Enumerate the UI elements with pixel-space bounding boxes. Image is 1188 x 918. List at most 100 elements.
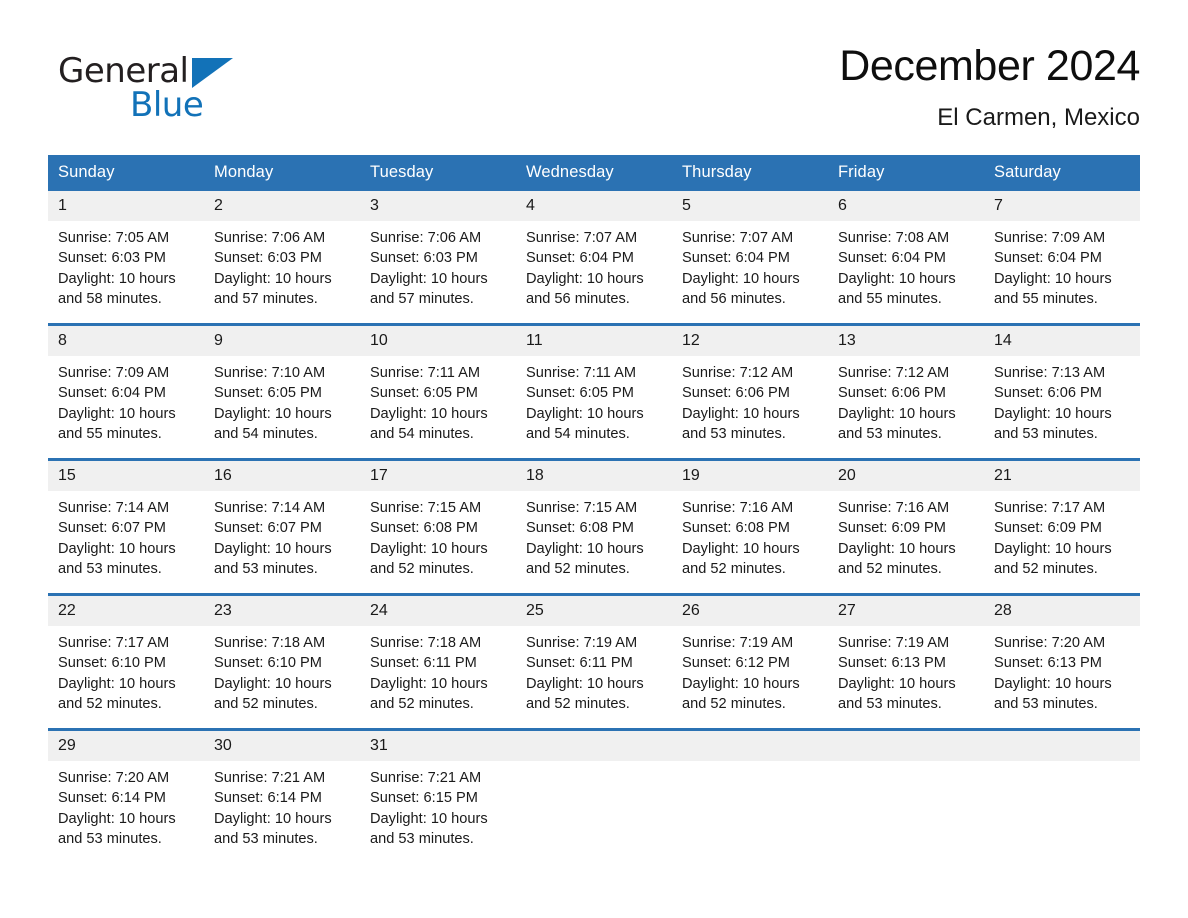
day-number: 11	[516, 326, 672, 356]
day-cell[interactable]: 30 Sunrise: 7:21 AM Sunset: 6:14 PM Dayli…	[204, 728, 360, 863]
day-number: 30	[204, 731, 360, 761]
day-cell-empty	[516, 728, 672, 863]
day-number: 23	[204, 596, 360, 626]
day-cell[interactable]: 10 Sunrise: 7:11 AM Sunset: 6:05 PM Dayli…	[360, 323, 516, 460]
day-number: 27	[828, 596, 984, 626]
day-number: 25	[516, 596, 672, 626]
day-number: 17	[360, 461, 516, 491]
day-number: 13	[828, 326, 984, 356]
day-cell[interactable]: 13 Sunrise: 7:12 AM Sunset: 6:06 PM Dayli…	[828, 323, 984, 460]
day-number: 12	[672, 326, 828, 356]
day-number: 4	[516, 191, 672, 221]
day-cell[interactable]: 14 Sunrise: 7:13 AM Sunset: 6:06 PM Dayli…	[984, 323, 1140, 460]
page-header: General Blue December 2024 El Carmen, Me…	[48, 0, 1140, 131]
day-details: Sunrise: 7:15 AM Sunset: 6:08 PM Dayligh…	[526, 500, 644, 577]
day-cell[interactable]: 24 Sunrise: 7:18 AM Sunset: 6:11 PM Dayli…	[360, 593, 516, 730]
day-details: Sunrise: 7:20 AM Sunset: 6:13 PM Dayligh…	[994, 635, 1112, 712]
day-number: 8	[48, 326, 204, 356]
day-cell[interactable]: 9 Sunrise: 7:10 AM Sunset: 6:05 PM Daylig…	[204, 323, 360, 460]
day-number: 28	[984, 596, 1140, 626]
day-details: Sunrise: 7:05 AM Sunset: 6:03 PM Dayligh…	[58, 230, 176, 307]
location-subtitle: El Carmen, Mexico	[937, 104, 1140, 132]
day-cell[interactable]: 15 Sunrise: 7:14 AM Sunset: 6:07 PM Dayli…	[48, 458, 204, 595]
calendar-table: Sunday Monday Tuesday Wednesday Thursday…	[48, 155, 1140, 863]
logo-triangle-icon	[192, 58, 233, 88]
day-number: 7	[984, 191, 1140, 221]
day-number: 2	[204, 191, 360, 221]
day-cell[interactable]: 4 Sunrise: 7:07 AM Sunset: 6:04 PM Daylig…	[516, 191, 672, 325]
day-details: Sunrise: 7:20 AM Sunset: 6:14 PM Dayligh…	[58, 770, 176, 847]
calendar-body: 1 Sunrise: 7:05 AM Sunset: 6:03 PM Daylig…	[48, 191, 1140, 863]
day-cell[interactable]: 7 Sunrise: 7:09 AM Sunset: 6:04 PM Daylig…	[984, 191, 1140, 325]
day-cell[interactable]: 5 Sunrise: 7:07 AM Sunset: 6:04 PM Daylig…	[672, 191, 828, 325]
weekday-header-friday: Friday	[828, 155, 984, 191]
day-details: Sunrise: 7:09 AM Sunset: 6:04 PM Dayligh…	[994, 230, 1112, 307]
day-details: Sunrise: 7:17 AM Sunset: 6:10 PM Dayligh…	[58, 635, 176, 712]
day-cell[interactable]: 19 Sunrise: 7:16 AM Sunset: 6:08 PM Dayli…	[672, 458, 828, 595]
day-details: Sunrise: 7:18 AM Sunset: 6:11 PM Dayligh…	[370, 635, 488, 712]
day-details: Sunrise: 7:18 AM Sunset: 6:10 PM Dayligh…	[214, 635, 332, 712]
day-details: Sunrise: 7:21 AM Sunset: 6:14 PM Dayligh…	[214, 770, 332, 847]
day-details: Sunrise: 7:21 AM Sunset: 6:15 PM Dayligh…	[370, 770, 488, 847]
day-cell[interactable]: 20 Sunrise: 7:16 AM Sunset: 6:09 PM Dayli…	[828, 458, 984, 595]
day-cell[interactable]: 2 Sunrise: 7:06 AM Sunset: 6:03 PM Daylig…	[204, 191, 360, 325]
day-cell-empty	[828, 728, 984, 863]
day-cell[interactable]: 29 Sunrise: 7:20 AM Sunset: 6:14 PM Dayli…	[48, 728, 204, 863]
day-cell[interactable]: 22 Sunrise: 7:17 AM Sunset: 6:10 PM Dayli…	[48, 593, 204, 730]
day-cell[interactable]: 31 Sunrise: 7:21 AM Sunset: 6:15 PM Dayli…	[360, 728, 516, 863]
day-cell[interactable]: 18 Sunrise: 7:15 AM Sunset: 6:08 PM Dayli…	[516, 458, 672, 595]
day-number: 18	[516, 461, 672, 491]
day-number: 5	[672, 191, 828, 221]
day-cell[interactable]: 21 Sunrise: 7:17 AM Sunset: 6:09 PM Dayli…	[984, 458, 1140, 595]
day-number	[672, 731, 828, 761]
calendar-week-row: 22 Sunrise: 7:17 AM Sunset: 6:10 PM Dayli…	[48, 593, 1140, 730]
weekday-header-row: Sunday Monday Tuesday Wednesday Thursday…	[48, 155, 1140, 191]
day-details	[984, 761, 1140, 768]
day-number: 15	[48, 461, 204, 491]
day-cell[interactable]: 23 Sunrise: 7:18 AM Sunset: 6:10 PM Dayli…	[204, 593, 360, 730]
day-details: Sunrise: 7:15 AM Sunset: 6:08 PM Dayligh…	[370, 500, 488, 577]
day-number: 1	[48, 191, 204, 221]
calendar-week-row: 29 Sunrise: 7:20 AM Sunset: 6:14 PM Dayli…	[48, 728, 1140, 863]
weekday-header-monday: Monday	[204, 155, 360, 191]
day-cell[interactable]: 17 Sunrise: 7:15 AM Sunset: 6:08 PM Dayli…	[360, 458, 516, 595]
weekday-header-wednesday: Wednesday	[516, 155, 672, 191]
day-details: Sunrise: 7:06 AM Sunset: 6:03 PM Dayligh…	[214, 230, 332, 307]
day-number: 16	[204, 461, 360, 491]
day-details: Sunrise: 7:14 AM Sunset: 6:07 PM Dayligh…	[214, 500, 332, 577]
day-cell-empty	[984, 728, 1140, 863]
day-details: Sunrise: 7:09 AM Sunset: 6:04 PM Dayligh…	[58, 365, 176, 442]
day-number: 21	[984, 461, 1140, 491]
day-number	[828, 731, 984, 761]
day-cell[interactable]: 8 Sunrise: 7:09 AM Sunset: 6:04 PM Daylig…	[48, 323, 204, 460]
day-cell[interactable]: 6 Sunrise: 7:08 AM Sunset: 6:04 PM Daylig…	[828, 191, 984, 325]
day-cell[interactable]: 27 Sunrise: 7:19 AM Sunset: 6:13 PM Dayli…	[828, 593, 984, 730]
day-cell[interactable]: 28 Sunrise: 7:20 AM Sunset: 6:13 PM Dayli…	[984, 593, 1140, 730]
day-details: Sunrise: 7:07 AM Sunset: 6:04 PM Dayligh…	[682, 230, 800, 307]
day-number: 26	[672, 596, 828, 626]
day-number: 22	[48, 596, 204, 626]
day-number: 24	[360, 596, 516, 626]
day-details	[516, 761, 672, 768]
day-cell[interactable]: 11 Sunrise: 7:11 AM Sunset: 6:05 PM Dayli…	[516, 323, 672, 460]
day-number: 20	[828, 461, 984, 491]
weekday-header-thursday: Thursday	[672, 155, 828, 191]
day-details: Sunrise: 7:16 AM Sunset: 6:09 PM Dayligh…	[838, 500, 956, 577]
weekday-header-saturday: Saturday	[984, 155, 1140, 191]
day-cell[interactable]: 16 Sunrise: 7:14 AM Sunset: 6:07 PM Dayli…	[204, 458, 360, 595]
calendar-week-row: 8 Sunrise: 7:09 AM Sunset: 6:04 PM Daylig…	[48, 323, 1140, 460]
day-number: 3	[360, 191, 516, 221]
day-number: 19	[672, 461, 828, 491]
day-cell-empty	[672, 728, 828, 863]
day-details: Sunrise: 7:17 AM Sunset: 6:09 PM Dayligh…	[994, 500, 1112, 577]
day-details: Sunrise: 7:07 AM Sunset: 6:04 PM Dayligh…	[526, 230, 644, 307]
day-cell[interactable]: 25 Sunrise: 7:19 AM Sunset: 6:11 PM Dayli…	[516, 593, 672, 730]
day-details: Sunrise: 7:12 AM Sunset: 6:06 PM Dayligh…	[682, 365, 800, 442]
day-cell[interactable]: 3 Sunrise: 7:06 AM Sunset: 6:03 PM Daylig…	[360, 191, 516, 325]
day-cell[interactable]: 1 Sunrise: 7:05 AM Sunset: 6:03 PM Daylig…	[48, 191, 204, 325]
day-cell[interactable]: 12 Sunrise: 7:12 AM Sunset: 6:06 PM Dayli…	[672, 323, 828, 460]
calendar-week-row: 1 Sunrise: 7:05 AM Sunset: 6:03 PM Daylig…	[48, 191, 1140, 325]
day-details: Sunrise: 7:14 AM Sunset: 6:07 PM Dayligh…	[58, 500, 176, 577]
day-cell[interactable]: 26 Sunrise: 7:19 AM Sunset: 6:12 PM Dayli…	[672, 593, 828, 730]
day-details: Sunrise: 7:10 AM Sunset: 6:05 PM Dayligh…	[214, 365, 332, 442]
